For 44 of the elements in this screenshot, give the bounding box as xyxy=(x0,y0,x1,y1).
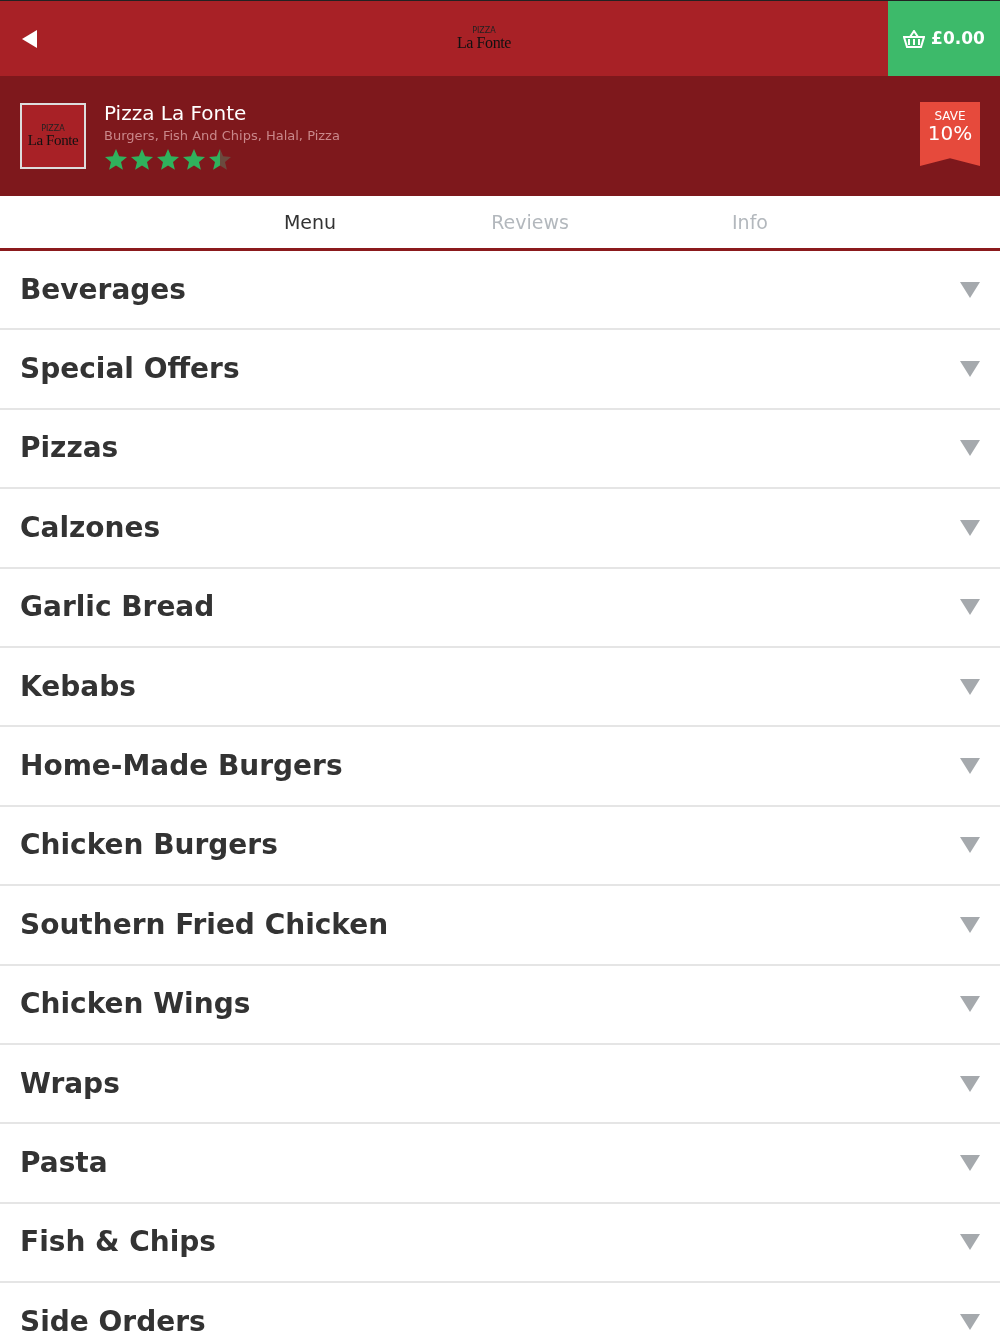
category-row[interactable]: Wraps xyxy=(0,1044,1000,1125)
category-row[interactable]: Home-Made Burgers xyxy=(0,727,1000,807)
category-title: Fish & Chips xyxy=(20,1224,217,1261)
star-icon xyxy=(208,148,232,172)
star-icon xyxy=(156,148,180,172)
star-icon xyxy=(104,148,128,172)
category-row[interactable]: Special Offers xyxy=(0,330,1000,410)
cuisine-list: Burgers, Fish And Chips, Halal, Pizza xyxy=(104,126,340,146)
tab[interactable]: Menu xyxy=(200,207,420,237)
category-title: Special Offers xyxy=(20,351,240,388)
logo-small-text: PIZZA xyxy=(472,26,496,35)
category-title: Pizzas xyxy=(20,430,119,467)
star-icon xyxy=(182,148,206,172)
category-row[interactable]: Kebabs xyxy=(0,647,1000,728)
category-title: Side Orders xyxy=(20,1303,206,1334)
category-row[interactable]: Pasta xyxy=(0,1124,1000,1204)
category-row[interactable]: Pizzas xyxy=(0,409,1000,490)
restaurant-name: Pizza La Fonte xyxy=(104,100,248,126)
category-title: Chicken Wings xyxy=(20,986,251,1023)
basket-icon xyxy=(903,29,926,48)
back-icon xyxy=(22,29,38,48)
category-title: Wraps xyxy=(20,1065,120,1102)
category-row[interactable]: Beverages xyxy=(0,251,1000,331)
category-title: Southern Fried Chicken xyxy=(20,906,389,943)
category-row[interactable]: Chicken Wings xyxy=(0,965,1000,1045)
category-title: Chicken Burgers xyxy=(20,827,278,864)
category-title: Home-Made Burgers xyxy=(20,748,343,785)
star-icon xyxy=(130,148,154,172)
category-row[interactable]: Side Orders xyxy=(0,1283,1000,1334)
category-title: Garlic Bread xyxy=(20,589,215,626)
discount-value: 10% xyxy=(927,122,973,144)
logo-text: La Fonte xyxy=(27,132,79,148)
category-title: Calzones xyxy=(20,509,161,546)
category-row[interactable]: Chicken Burgers xyxy=(0,806,1000,887)
category-title: Kebabs xyxy=(20,668,136,705)
logo-text: La Fonte xyxy=(456,34,512,51)
category-row[interactable]: Fish & Chips xyxy=(0,1203,1000,1284)
logo-small-text: PIZZA xyxy=(41,124,65,133)
category-row[interactable]: Garlic Bread xyxy=(0,568,1000,648)
category-title: Pasta xyxy=(20,1145,108,1181)
category-title: Beverages xyxy=(20,271,186,308)
save-label: SAVE xyxy=(934,110,966,122)
category-row[interactable]: Calzones xyxy=(0,489,1000,569)
category-row[interactable]: Southern Fried Chicken xyxy=(0,886,1000,966)
